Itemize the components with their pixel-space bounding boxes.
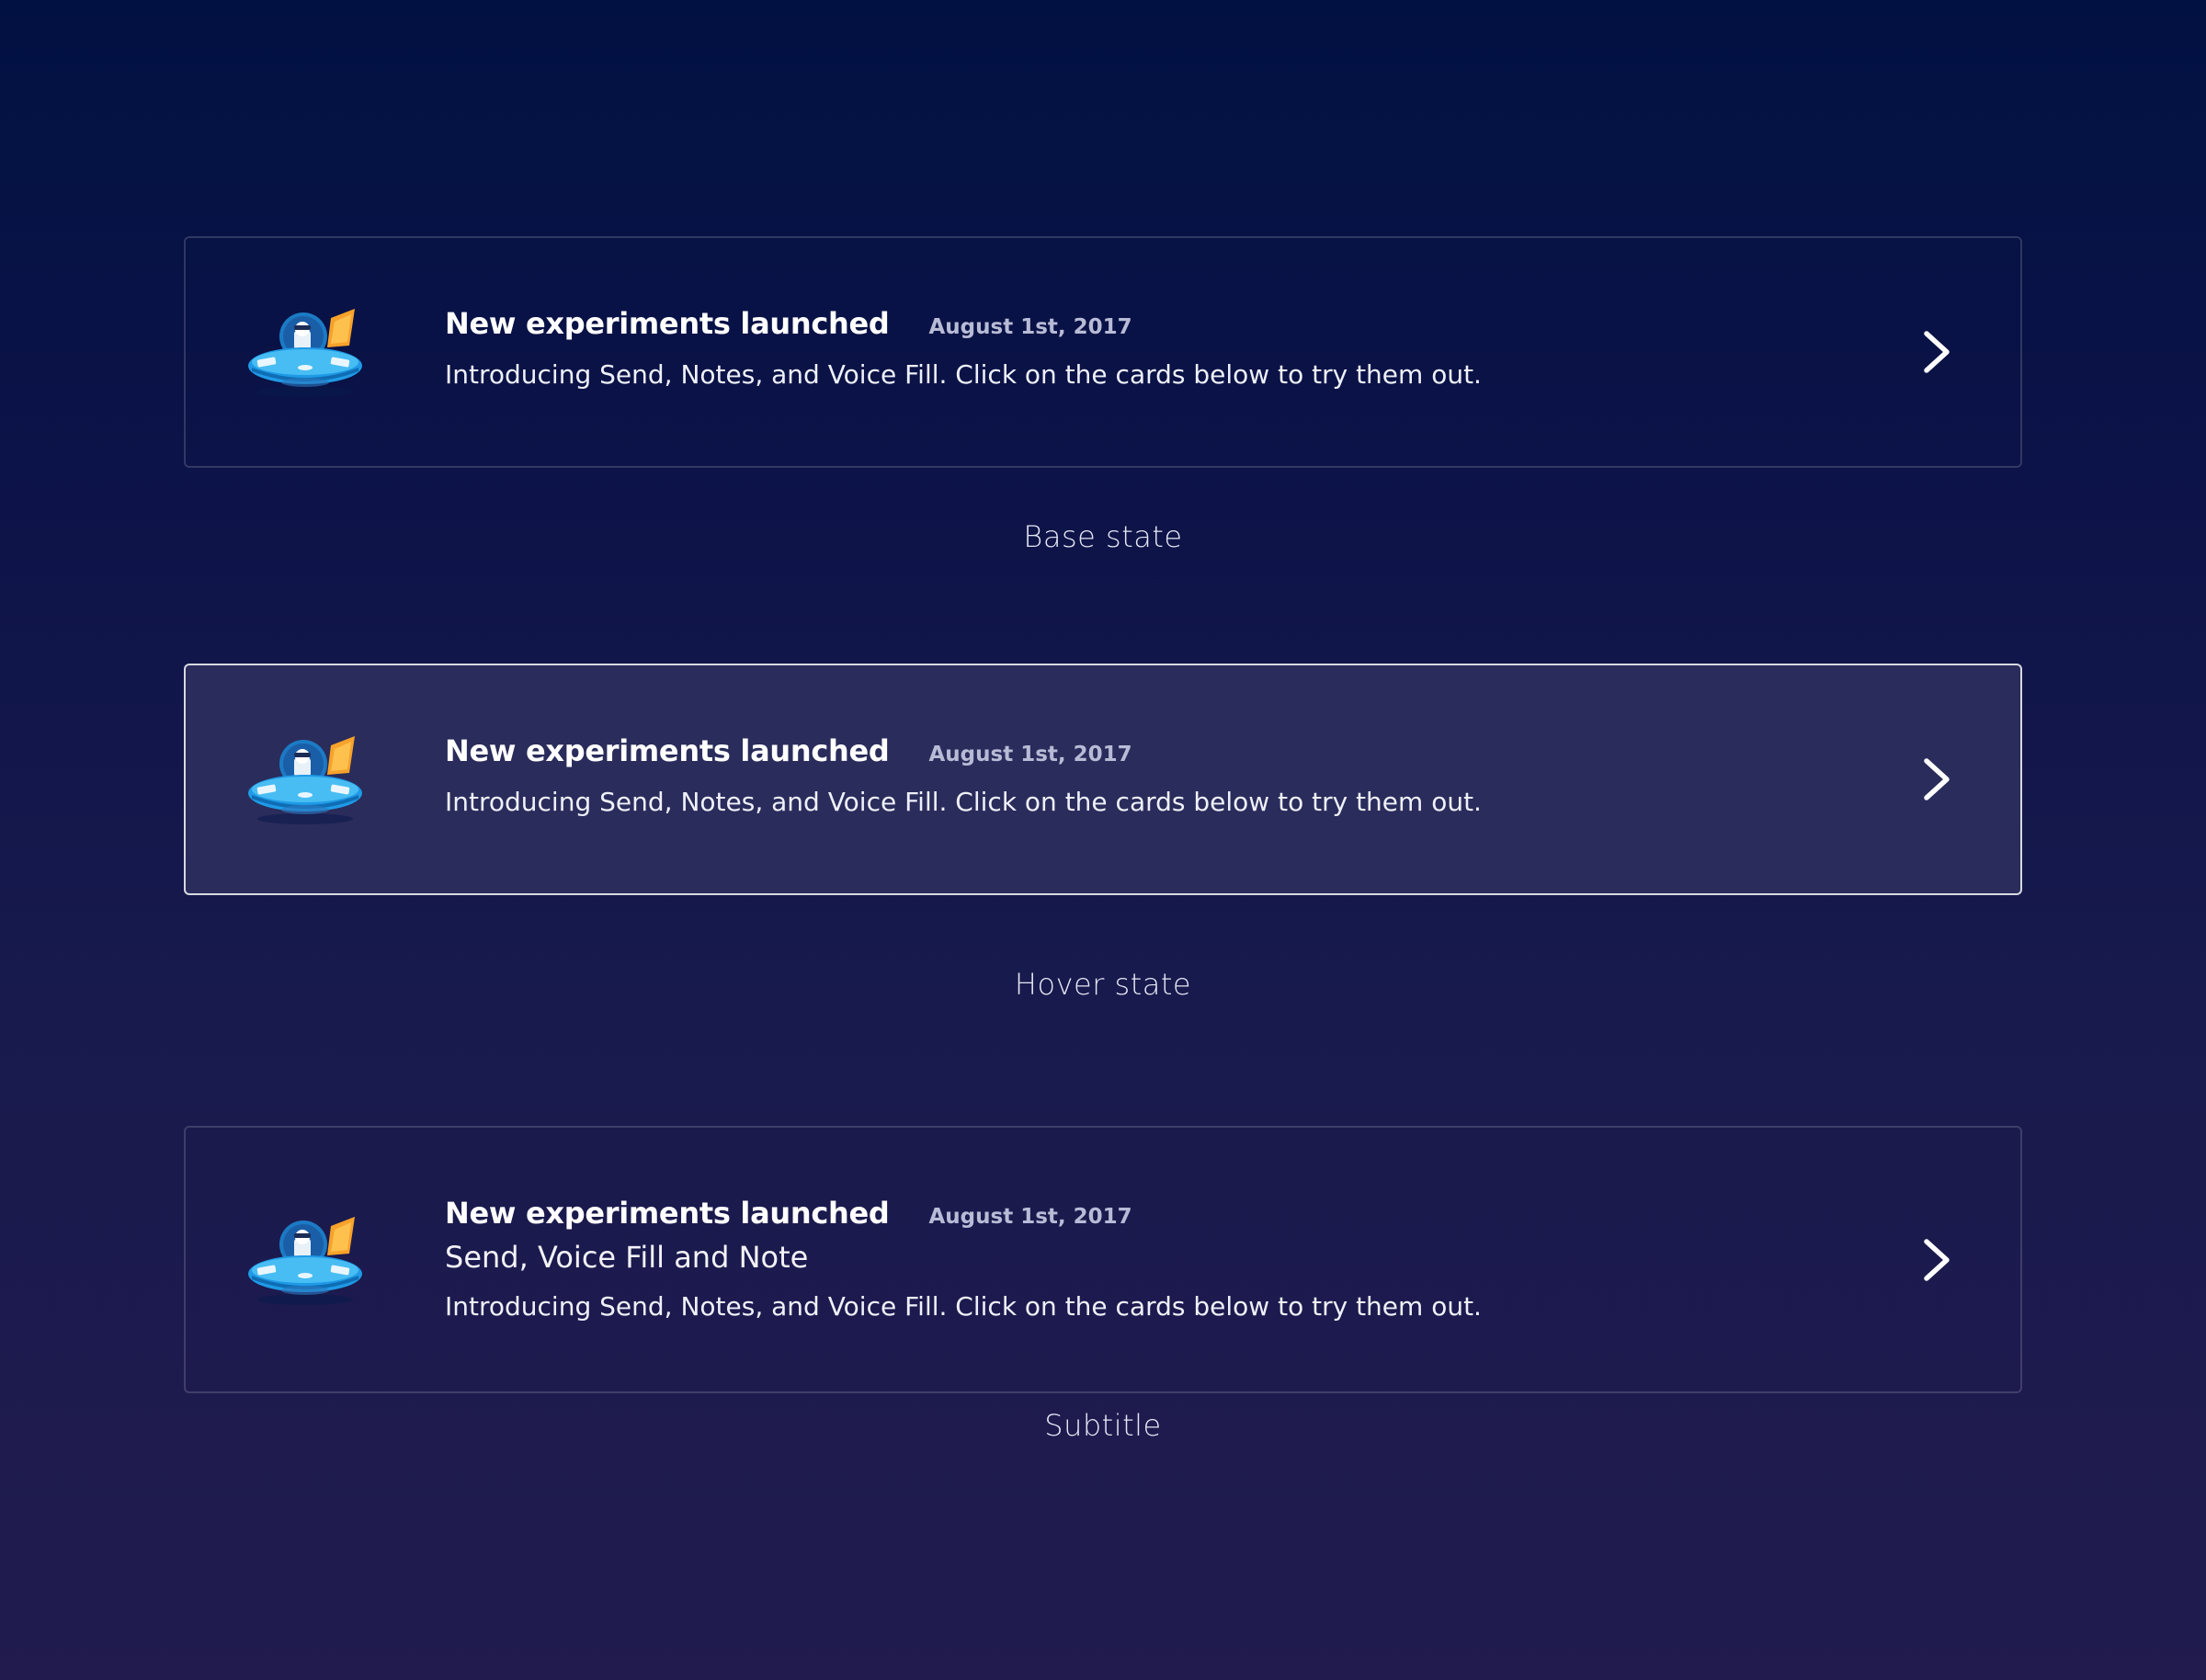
state-label-subtitle: Subtitle <box>1044 1408 1162 1443</box>
chevron-right-icon[interactable] <box>1921 756 1952 802</box>
card-subtitle: Send, Voice Fill and Note <box>445 1240 809 1275</box>
card-text: New experiments launched August 1st, 201… <box>445 733 1873 817</box>
state-label-hover: Hover state <box>1014 967 1192 1002</box>
card-title-line: New experiments launched August 1st, 201… <box>445 306 1873 341</box>
notification-card-hover[interactable]: New experiments launched August 1st, 201… <box>184 664 2022 895</box>
ufo-icon <box>246 301 364 403</box>
chevron-right-icon[interactable] <box>1921 1237 1952 1283</box>
card-date: August 1st, 2017 <box>928 315 1132 339</box>
ufo-icon <box>246 729 364 830</box>
card-title-line: New experiments launched August 1st, 201… <box>445 733 1873 768</box>
notification-card-base[interactable]: New experiments launched August 1st, 201… <box>184 236 2022 468</box>
card-description: Introducing Send, Notes, and Voice Fill.… <box>445 787 1482 817</box>
ufo-icon <box>246 1209 364 1311</box>
card-title-line: New experiments launched August 1st, 201… <box>445 1196 1873 1231</box>
card-title: New experiments launched <box>445 733 890 768</box>
chevron-right-icon[interactable] <box>1921 329 1952 375</box>
notification-card-subtitle[interactable]: New experiments launched August 1st, 201… <box>184 1126 2022 1393</box>
card-text: New experiments launched August 1st, 201… <box>445 1196 1873 1322</box>
card-title: New experiments launched <box>445 1196 890 1231</box>
card-date: August 1st, 2017 <box>928 1205 1132 1229</box>
card-date: August 1st, 2017 <box>928 743 1132 766</box>
card-text: New experiments launched August 1st, 201… <box>445 306 1873 390</box>
state-label-base: Base state <box>1023 519 1183 554</box>
card-description: Introducing Send, Notes, and Voice Fill.… <box>445 359 1482 390</box>
card-title: New experiments launched <box>445 306 890 341</box>
card-description: Introducing Send, Notes, and Voice Fill.… <box>445 1291 1482 1322</box>
